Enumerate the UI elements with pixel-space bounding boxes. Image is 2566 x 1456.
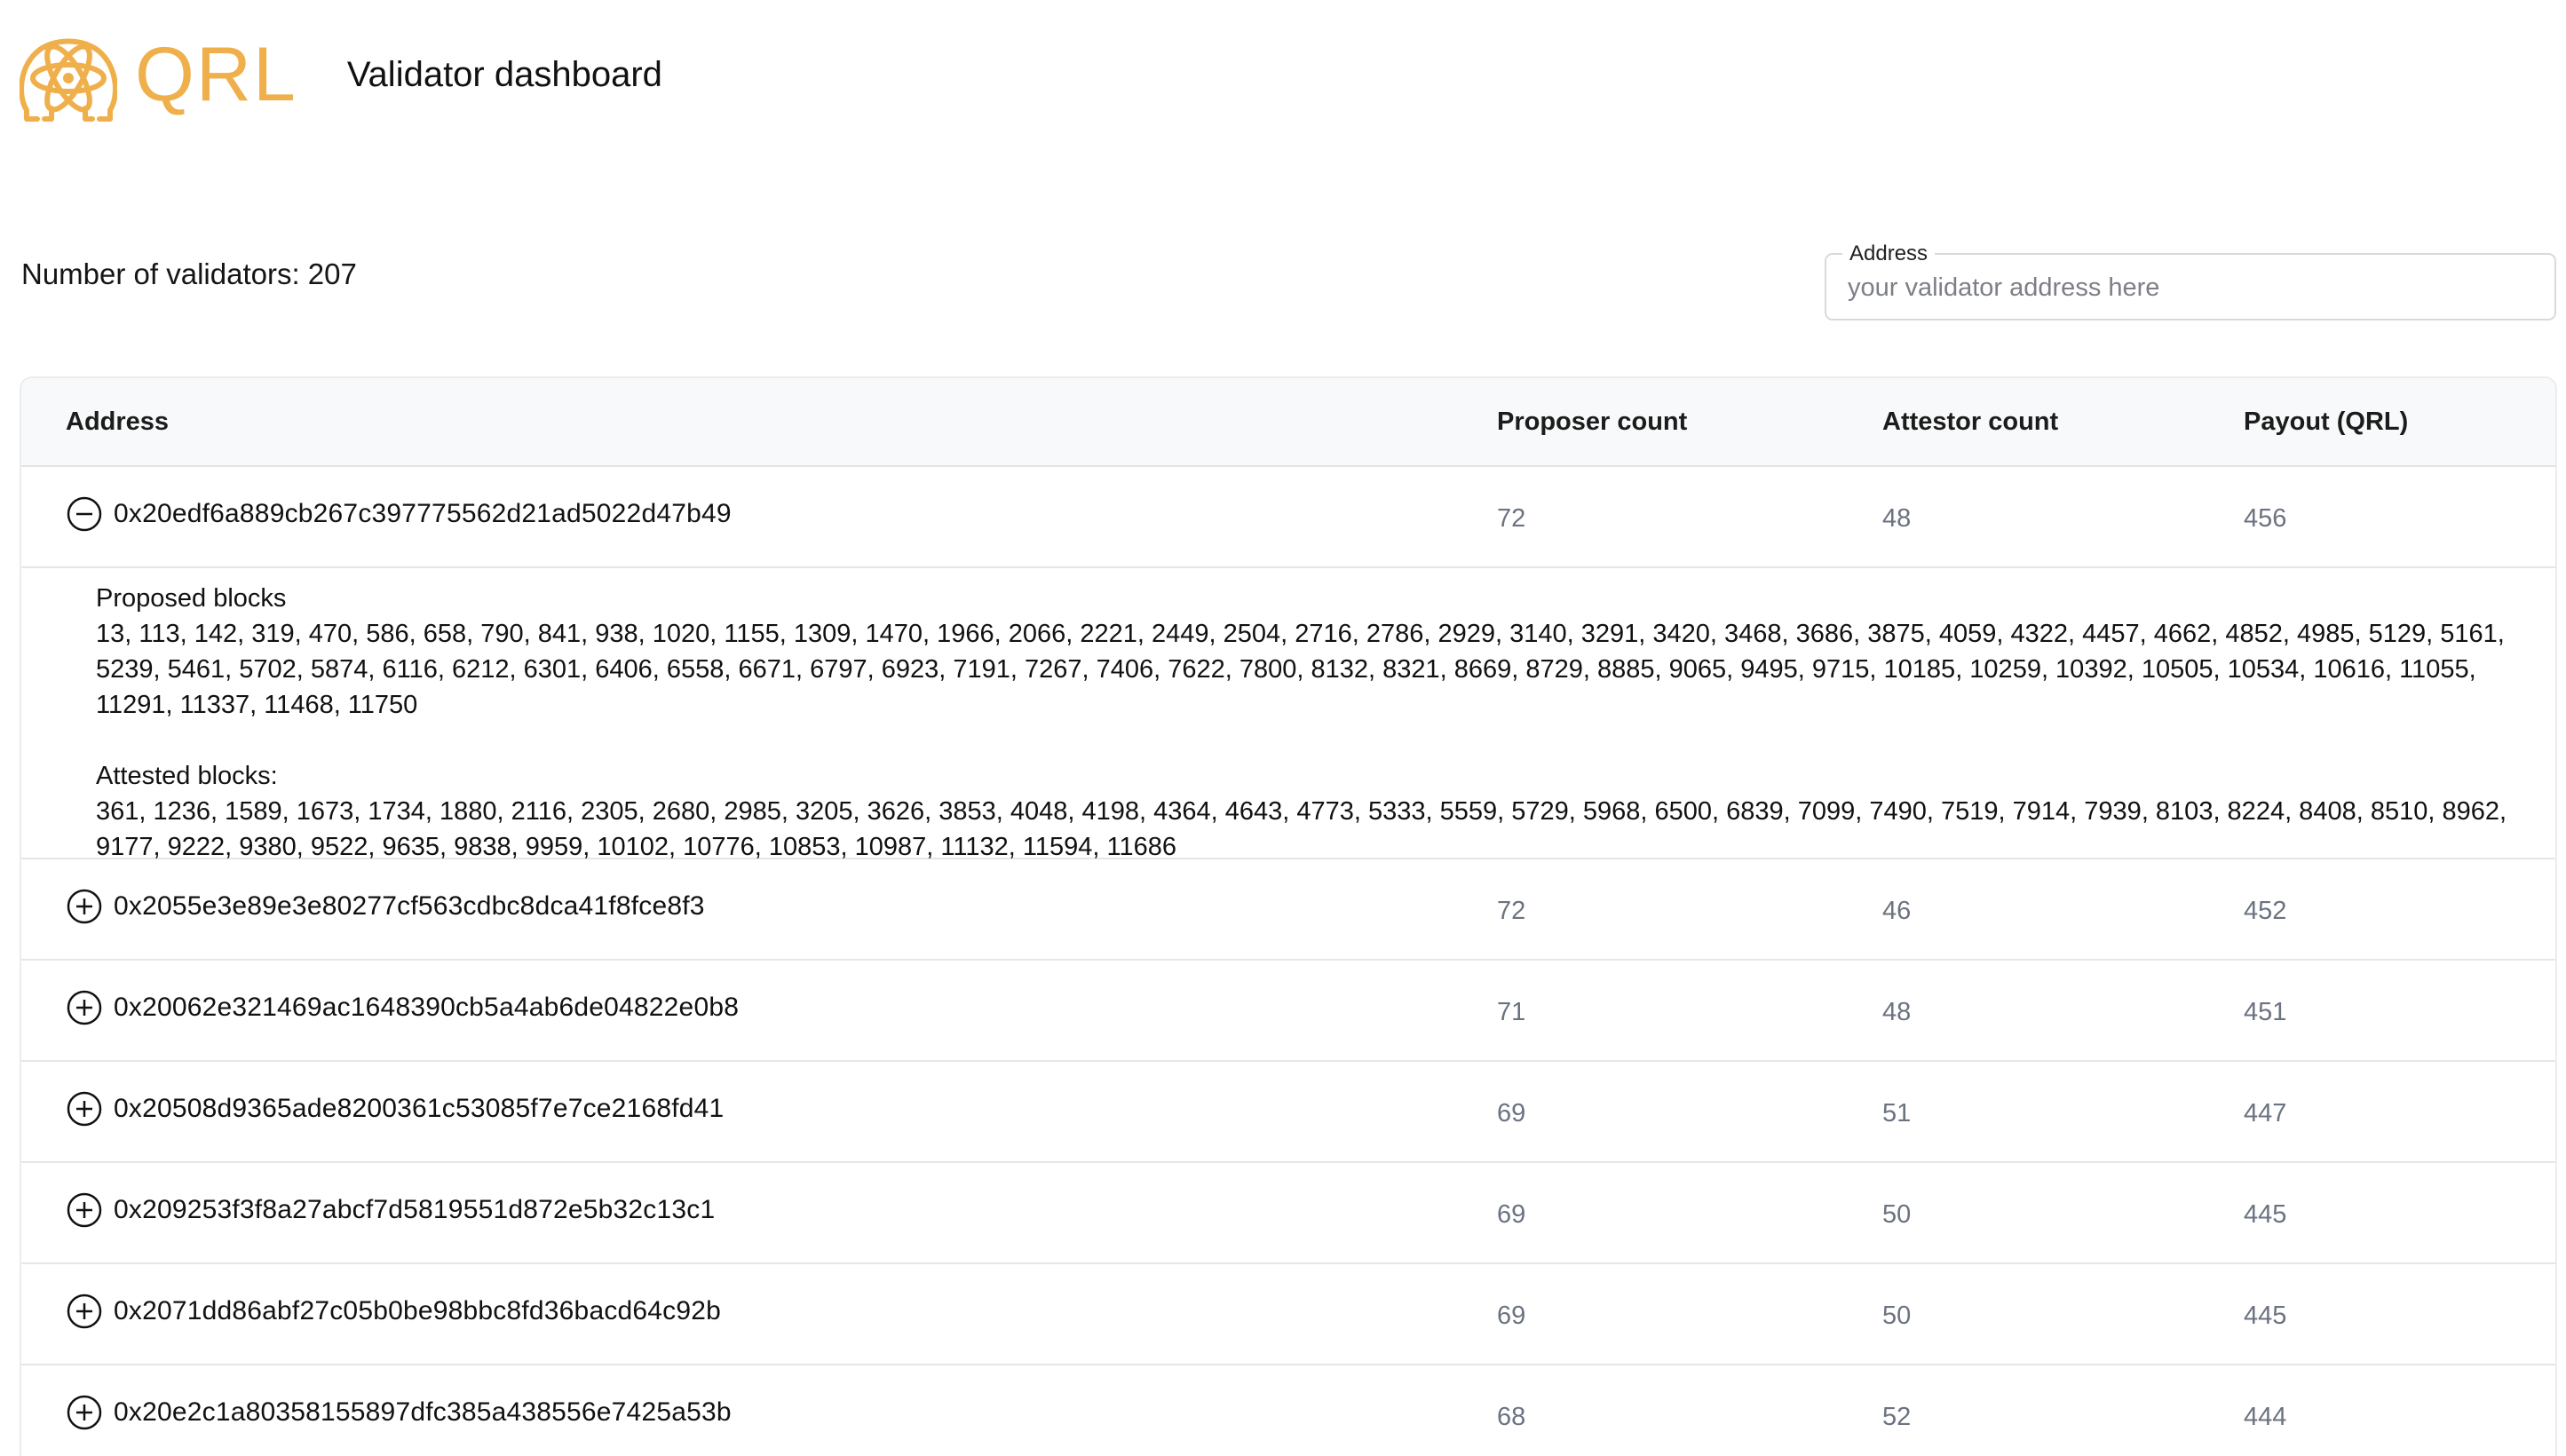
plus-circle-icon[interactable] — [66, 888, 103, 925]
proposer-count: 72 — [1497, 897, 1526, 925]
attestor-count: 50 — [1882, 1200, 1912, 1229]
address-cell: 0x20508d9365ade8200361c53085f7e7ce2168fd… — [66, 1090, 724, 1128]
attestor-count: 50 — [1882, 1302, 1912, 1330]
address-search-input[interactable] — [1848, 267, 2522, 308]
attested-blocks-label: Attested blocks: — [96, 762, 278, 790]
attestor-count: 48 — [1882, 998, 1912, 1026]
table-row[interactable]: 0x20edf6a889cb267c397775562d21ad5022d47b… — [21, 467, 2555, 568]
logo-text: QRL — [135, 32, 297, 117]
validator-count: Number of validators: 207 — [21, 257, 357, 290]
validator-address: 0x20e2c1a80358155897dfc385a438556e7425a5… — [114, 1397, 732, 1427]
header-address[interactable]: Address — [66, 408, 169, 437]
payout: 445 — [2244, 1200, 2287, 1229]
table-row[interactable]: 0x20508d9365ade8200361c53085f7e7ce2168fd… — [21, 1062, 2555, 1163]
table-row[interactable]: 0x20e2c1a80358155897dfc385a438556e7425a5… — [21, 1365, 2555, 1456]
validator-address: 0x2071dd86abf27c05b0be98bbc8fd36bacd64c9… — [114, 1296, 722, 1325]
address-field-label: Address — [1842, 242, 1936, 265]
table-row[interactable]: 0x209253f3f8a27abcf7d5819551d872e5b32c13… — [21, 1163, 2555, 1264]
validator-address: 0x2055e3e89e3e80277cf563cdbc8dca41f8fce8… — [114, 891, 705, 921]
payout: 444 — [2244, 1403, 2287, 1431]
proposer-count: 69 — [1497, 1302, 1526, 1330]
header: QRL Validator dashboard — [20, 21, 662, 128]
address-cell: 0x2071dd86abf27c05b0be98bbc8fd36bacd64c9… — [66, 1293, 721, 1330]
proposer-count: 69 — [1497, 1099, 1526, 1128]
minus-circle-icon[interactable] — [66, 495, 103, 533]
payout: 447 — [2244, 1099, 2287, 1128]
attestor-count: 52 — [1882, 1403, 1912, 1431]
proposed-blocks-list: 13, 113, 142, 319, 470, 586, 658, 790, 8… — [96, 620, 2505, 719]
plus-circle-icon[interactable] — [66, 989, 103, 1026]
plus-circle-icon[interactable] — [66, 1191, 103, 1229]
address-cell: 0x20e2c1a80358155897dfc385a438556e7425a5… — [66, 1394, 732, 1431]
validator-address: 0x20062e321469ac1648390cb5a4ab6de04822e0… — [114, 993, 740, 1022]
qrl-logo[interactable]: QRL — [20, 23, 297, 126]
proposer-count: 69 — [1497, 1200, 1526, 1229]
address-search-field[interactable]: Address — [1825, 242, 2556, 320]
validator-table: Address Proposer count Attestor count Pa… — [20, 376, 2557, 1456]
header-payout[interactable]: Payout (QRL) — [2244, 408, 2408, 437]
address-cell: 0x20062e321469ac1648390cb5a4ab6de04822e0… — [66, 989, 739, 1026]
attestor-count: 46 — [1882, 897, 1912, 925]
qrl-atom-icon — [20, 38, 117, 122]
plus-circle-icon[interactable] — [66, 1394, 103, 1431]
validator-address: 0x20508d9365ade8200361c53085f7e7ce2168fd… — [114, 1094, 725, 1123]
address-cell: 0x209253f3f8a27abcf7d5819551d872e5b32c13… — [66, 1191, 715, 1229]
table-header: Address Proposer count Attestor count Pa… — [21, 378, 2555, 467]
payout: 452 — [2244, 897, 2287, 925]
plus-circle-icon[interactable] — [66, 1293, 103, 1330]
plus-circle-icon[interactable] — [66, 1090, 103, 1128]
address-cell: 0x20edf6a889cb267c397775562d21ad5022d47b… — [66, 495, 732, 533]
proposer-count: 71 — [1497, 998, 1526, 1026]
table-row[interactable]: 0x2071dd86abf27c05b0be98bbc8fd36bacd64c9… — [21, 1264, 2555, 1365]
proposer-count: 72 — [1497, 504, 1526, 533]
validator-address: 0x20edf6a889cb267c397775562d21ad5022d47b… — [114, 499, 732, 528]
header-proposer-count[interactable]: Proposer count — [1497, 408, 1687, 437]
validator-address: 0x209253f3f8a27abcf7d5819551d872e5b32c13… — [114, 1195, 716, 1224]
proposed-blocks-label: Proposed blocks — [96, 584, 287, 613]
page: QRL Validator dashboard Number of valida… — [0, 0, 2566, 1456]
address-cell: 0x2055e3e89e3e80277cf563cdbc8dca41f8fce8… — [66, 888, 705, 925]
attestor-count: 48 — [1882, 504, 1912, 533]
proposer-count: 68 — [1497, 1403, 1526, 1431]
payout: 451 — [2244, 998, 2287, 1026]
page-title: Validator dashboard — [346, 55, 662, 94]
attestor-count: 51 — [1882, 1099, 1912, 1128]
table-row[interactable]: 0x2055e3e89e3e80277cf563cdbc8dca41f8fce8… — [21, 859, 2555, 961]
row-details: Proposed blocks 13, 113, 142, 319, 470, … — [21, 568, 2555, 861]
payout: 456 — [2244, 504, 2287, 533]
header-attestor-count[interactable]: Attestor count — [1882, 408, 2058, 437]
payout: 445 — [2244, 1302, 2287, 1330]
attested-blocks-list: 361, 1236, 1589, 1673, 1734, 1880, 2116,… — [96, 797, 2507, 861]
table-row[interactable]: 0x20062e321469ac1648390cb5a4ab6de04822e0… — [21, 961, 2555, 1062]
